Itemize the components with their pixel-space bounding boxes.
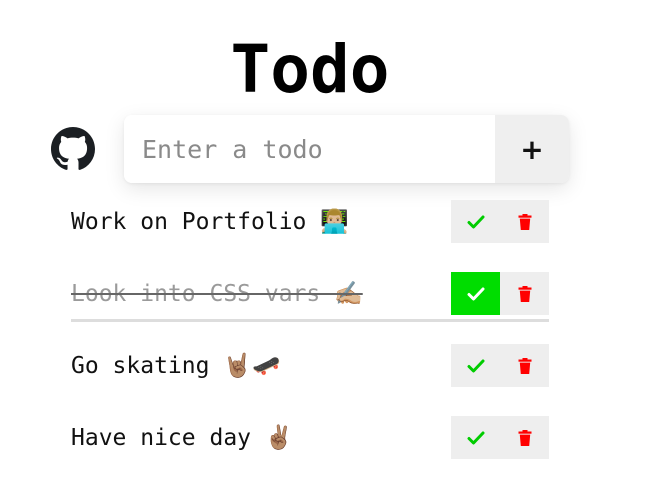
- complete-todo-button[interactable]: [451, 200, 500, 243]
- todo-text: Look into CSS vars ✍🏼: [71, 281, 363, 307]
- page-title: Todo: [230, 31, 390, 108]
- todo-item: Have nice day ✌🏽: [71, 416, 549, 488]
- todo-input[interactable]: [124, 115, 495, 183]
- todo-item: Go skating 🤘🏽🛹: [71, 344, 549, 416]
- complete-todo-button[interactable]: [451, 344, 500, 387]
- trash-icon: [518, 213, 532, 230]
- github-link[interactable]: [51, 127, 95, 171]
- todo-text: Work on Portfolio 👨🏼‍💻: [71, 209, 349, 235]
- delete-todo-button[interactable]: [500, 200, 549, 243]
- delete-todo-button[interactable]: [500, 416, 549, 459]
- check-icon: [467, 359, 485, 373]
- todo-actions: [451, 200, 549, 243]
- todo-actions: [451, 344, 549, 387]
- todo-text: Have nice day ✌🏽: [71, 425, 294, 451]
- add-todo-button[interactable]: +: [495, 115, 569, 183]
- check-icon: [467, 431, 485, 445]
- todo-actions: [451, 272, 549, 315]
- complete-todo-button[interactable]: [451, 416, 500, 459]
- completed-divider: [71, 319, 549, 322]
- todo-form: +: [124, 115, 569, 183]
- todo-actions: [451, 416, 549, 459]
- trash-icon: [518, 357, 532, 374]
- github-icon: [51, 127, 95, 171]
- trash-icon: [518, 285, 532, 302]
- check-icon: [467, 287, 485, 301]
- check-icon: [467, 215, 485, 229]
- delete-todo-button[interactable]: [500, 272, 549, 315]
- delete-todo-button[interactable]: [500, 344, 549, 387]
- todo-item: Look into CSS vars ✍🏼: [71, 272, 549, 344]
- trash-icon: [518, 429, 532, 446]
- todo-item: Work on Portfolio 👨🏼‍💻: [71, 200, 549, 272]
- complete-todo-button[interactable]: [451, 272, 500, 315]
- todo-text: Go skating 🤘🏽🛹: [71, 353, 281, 379]
- todo-list: Work on Portfolio 👨🏼‍💻 Look into CSS vars…: [71, 200, 549, 488]
